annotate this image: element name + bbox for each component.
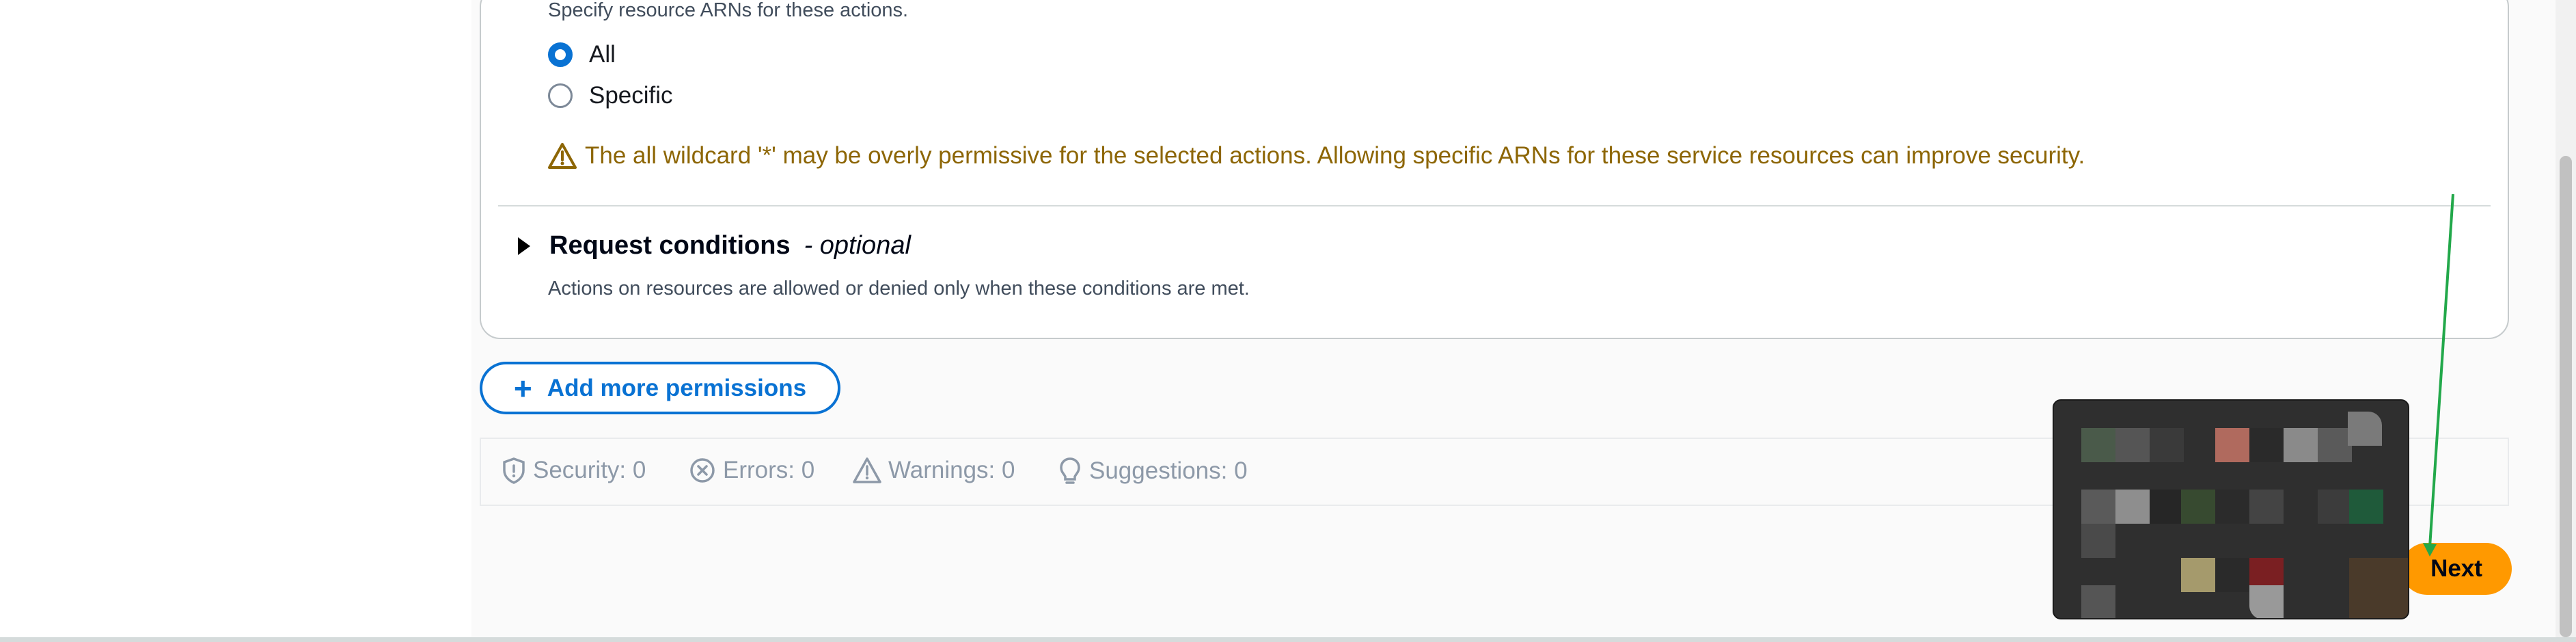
bottom-edge-bar bbox=[0, 637, 2576, 642]
scrollbar-thumb[interactable] bbox=[2560, 156, 2572, 637]
annotation-arrow bbox=[2423, 193, 2454, 557]
